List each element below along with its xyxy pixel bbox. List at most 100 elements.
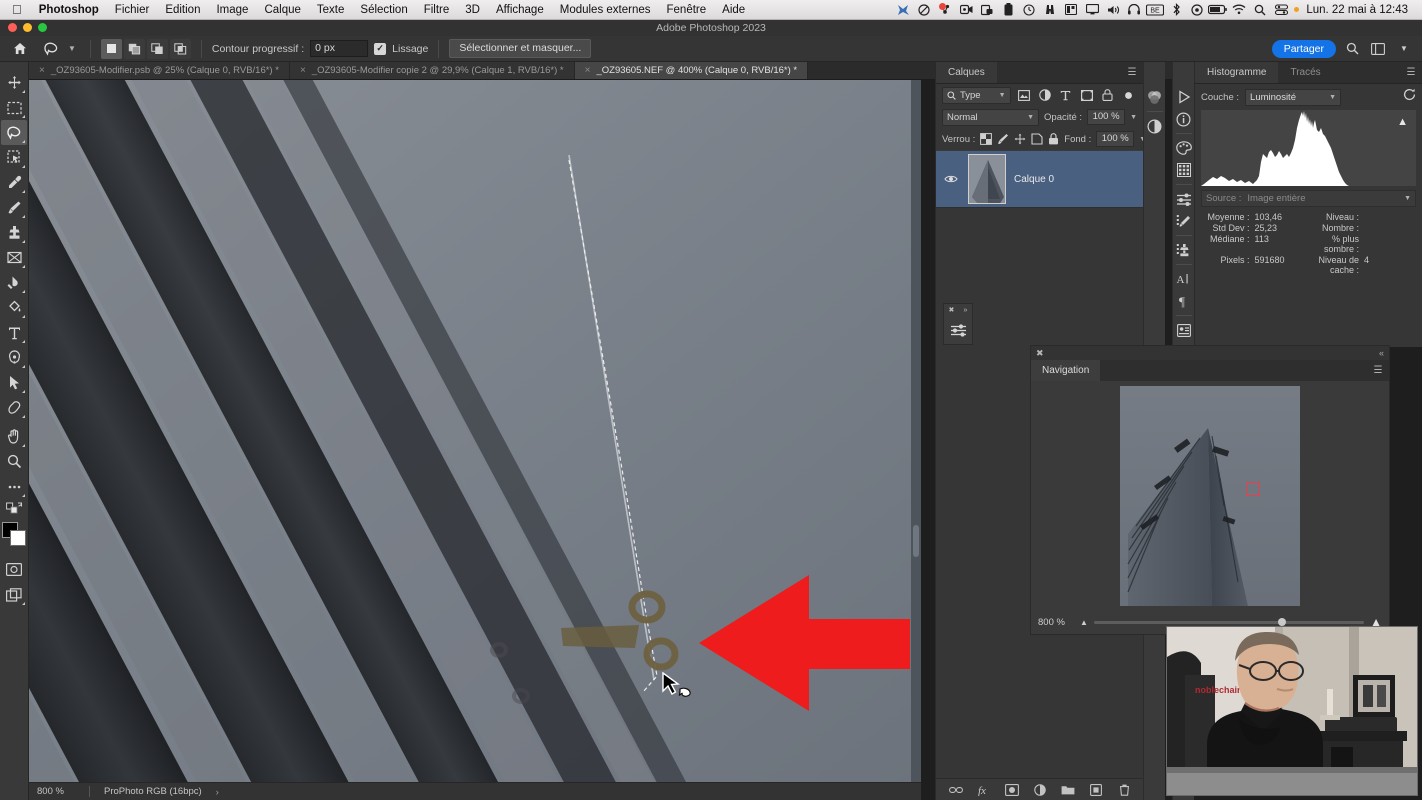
layer-style-fx-icon[interactable]: fx [977, 783, 991, 797]
wifi-icon[interactable] [1229, 0, 1249, 20]
tab-navigation[interactable]: Navigation [1031, 360, 1101, 381]
close-icon[interactable]: ✖ [949, 306, 955, 314]
sliders-icon[interactable] [944, 316, 972, 344]
eraser-tool[interactable] [1, 245, 27, 270]
new-group-icon[interactable] [1061, 783, 1075, 797]
select-and-mask-button[interactable]: Sélectionner et masquer... [449, 39, 592, 58]
tab-calques[interactable]: Calques [936, 62, 997, 83]
delete-layer-icon[interactable] [1117, 783, 1131, 797]
type-tool[interactable] [1, 320, 27, 345]
window-maximize-button[interactable] [38, 23, 47, 32]
window-minimize-button[interactable] [23, 23, 32, 32]
smart-object-filter-icon[interactable] [1100, 87, 1116, 104]
screen-record-icon[interactable] [956, 0, 976, 20]
navigation-thumbnail[interactable] [1120, 386, 1300, 606]
navigation-thumbnail-area[interactable] [1031, 381, 1389, 611]
menu-selection[interactable]: Sélection [352, 0, 415, 20]
paragraph-icon[interactable]: ¶ [1174, 290, 1194, 312]
blur-tool[interactable] [1, 270, 27, 295]
menu-texte[interactable]: Texte [309, 0, 353, 20]
add-mask-icon[interactable] [1005, 783, 1019, 797]
clone-stamp-tool[interactable] [1, 220, 27, 245]
adjustment-layer-icon[interactable] [1033, 783, 1047, 797]
clipboard-lock-icon[interactable] [977, 0, 997, 20]
lock-transparent-icon[interactable] [980, 131, 993, 148]
workspace-icon[interactable] [1368, 39, 1388, 59]
adjustment-filter-icon[interactable] [1037, 87, 1053, 104]
navigation-zoom-value[interactable]: 800 % [1038, 617, 1074, 628]
close-icon[interactable]: × [39, 65, 45, 76]
rectangular-marquee-tool[interactable] [1, 95, 27, 120]
subtract-from-selection-button[interactable] [146, 38, 168, 59]
lock-nesting-icon[interactable] [1031, 131, 1043, 148]
expand-icon[interactable]: » [964, 307, 968, 314]
keyboard-be-icon[interactable]: BE [1145, 0, 1165, 20]
menu-filtre[interactable]: Filtre [416, 0, 458, 20]
blend-mode-select[interactable]: Normal ▼ [942, 108, 1040, 126]
close-icon[interactable]: ✖ [1036, 348, 1044, 359]
color-swatches[interactable] [1, 521, 27, 547]
color-palette-icon[interactable] [1174, 137, 1194, 159]
layer-row-calque-0[interactable]: Calque 0 [936, 150, 1143, 208]
menu-affichage[interactable]: Affichage [488, 0, 552, 20]
menu-fichier[interactable]: Fichier [107, 0, 158, 20]
add-to-selection-button[interactable] [123, 38, 145, 59]
shape-tool[interactable] [1, 395, 27, 420]
navigation-view-box[interactable] [1246, 482, 1260, 496]
brush-settings-icon[interactable] [1174, 210, 1194, 232]
chevron-right-icon[interactable]: › [202, 787, 219, 797]
close-icon[interactable]: × [300, 65, 306, 76]
color-wheel-icon[interactable] [1145, 86, 1165, 108]
display-icon[interactable] [1082, 0, 1102, 20]
no-entry-icon[interactable] [914, 0, 934, 20]
battery-icon[interactable] [1208, 0, 1228, 20]
link-layers-icon[interactable] [949, 783, 963, 797]
menu-fenetre[interactable]: Fenêtre [659, 0, 715, 20]
paint-bucket-tool[interactable] [1, 295, 27, 320]
search-icon[interactable] [1342, 39, 1362, 59]
clone-source-icon[interactable] [1174, 239, 1194, 261]
menu-edition[interactable]: Edition [157, 0, 208, 20]
clock-icon[interactable] [1019, 0, 1039, 20]
menu-bar-clock[interactable]: Lun. 22 mai à 12:43 [1302, 4, 1412, 16]
tab-histogramme[interactable]: Histogramme [1195, 62, 1279, 83]
intersect-selection-button[interactable] [169, 38, 191, 59]
webcam-video-overlay[interactable]: noblechairs [1166, 626, 1418, 796]
window-close-button[interactable] [8, 23, 17, 32]
panel-menu-icon[interactable]: ☰ [1121, 62, 1143, 83]
swatches-grid-icon[interactable] [1174, 159, 1194, 181]
pen-tool[interactable] [1, 345, 27, 370]
scrollbar-thumb[interactable] [913, 525, 919, 557]
document-tab-2[interactable]: × _OZ93605-Modifier copie 2 @ 29,9% (Cal… [289, 62, 575, 79]
feather-input[interactable]: 0 px [310, 40, 369, 57]
timemachine-icon[interactable] [1187, 0, 1207, 20]
panel-menu-icon[interactable]: ☰ [1367, 360, 1389, 381]
hand-tool[interactable] [1, 424, 27, 449]
zoom-out-small-icon[interactable]: ▲ [1080, 618, 1088, 627]
layer-thumbnail[interactable] [968, 154, 1006, 204]
libraries-play-icon[interactable] [1174, 86, 1194, 108]
path-selection-tool[interactable] [1, 370, 27, 395]
bluetooth-icon[interactable] [1166, 0, 1186, 20]
type-filter-icon[interactable] [1058, 87, 1074, 104]
pixel-filter-icon[interactable] [1016, 87, 1032, 104]
channel-select[interactable]: Luminosité ▼ [1245, 88, 1342, 106]
histogram-source-row[interactable]: Source : Image entière ▼ [1201, 190, 1416, 207]
menu-3d[interactable]: 3D [457, 0, 488, 20]
new-selection-button[interactable] [100, 38, 122, 59]
spotlight-icon[interactable] [1250, 0, 1270, 20]
zoom-slider[interactable] [1093, 617, 1365, 626]
info-icon[interactable] [1174, 108, 1194, 130]
tab-traces[interactable]: Tracés [1278, 62, 1333, 83]
split-view-icon[interactable] [1061, 0, 1081, 20]
warning-triangle-icon[interactable]: ▲ [1397, 116, 1408, 128]
headphones-icon[interactable] [1124, 0, 1144, 20]
layer-filter-select[interactable]: Type ▼ [942, 86, 1011, 104]
menu-modules-externes[interactable]: Modules externes [552, 0, 659, 20]
eye-icon[interactable] [942, 174, 960, 184]
properties-sliders-icon[interactable] [1174, 188, 1194, 210]
character-icon[interactable]: A [1174, 268, 1194, 290]
opacity-chevron-down-icon[interactable]: ▼ [1130, 114, 1137, 121]
binoculars-icon[interactable] [1040, 0, 1060, 20]
volume-icon[interactable] [1103, 0, 1123, 20]
